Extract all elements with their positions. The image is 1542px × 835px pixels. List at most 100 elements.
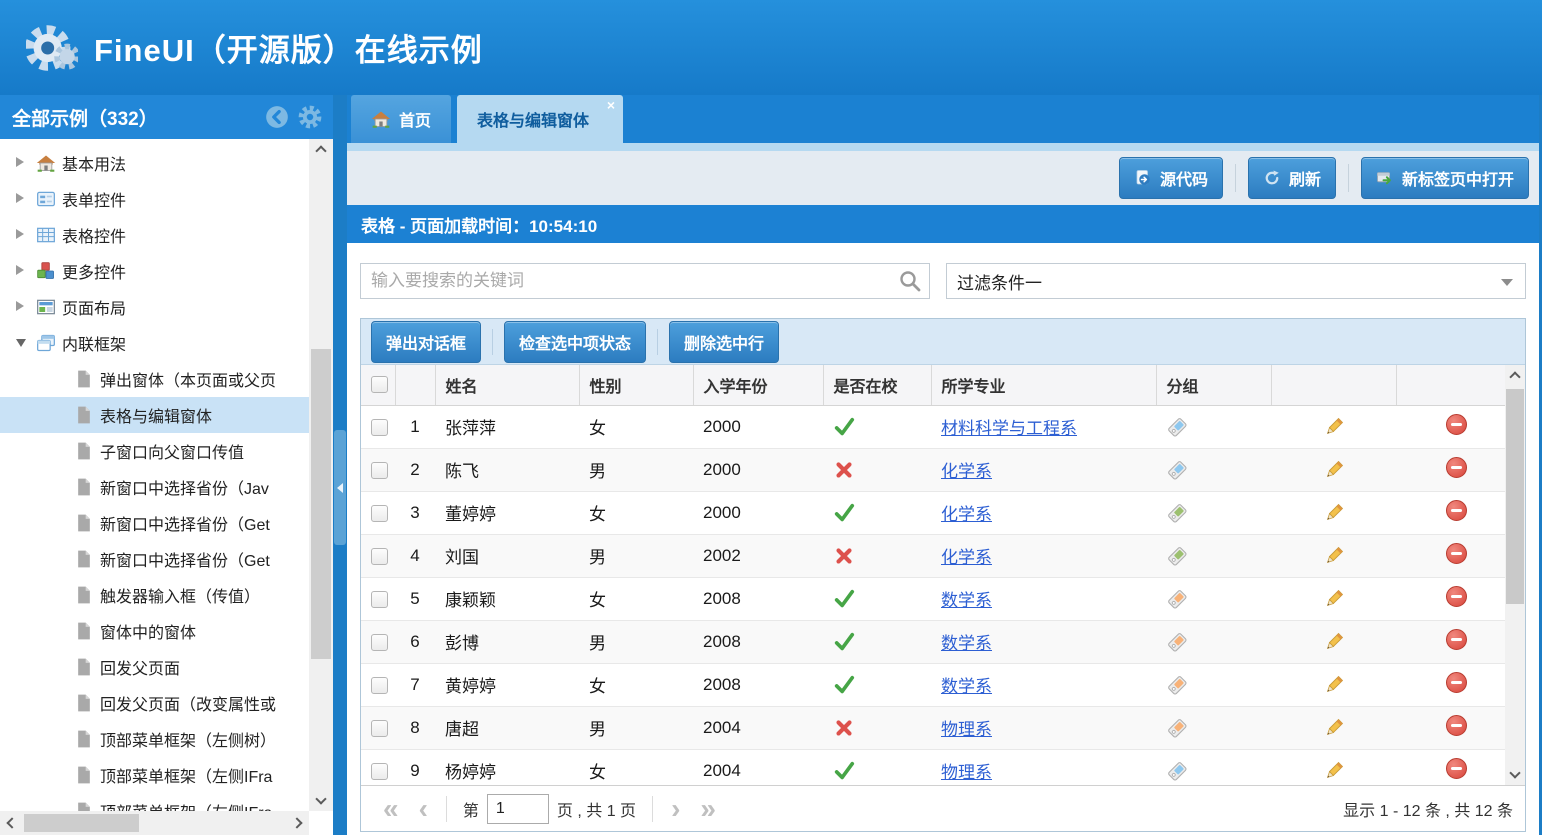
row-checkbox[interactable] [371, 462, 388, 479]
major-link[interactable]: 化学系 [941, 462, 992, 481]
tree-item-select-province-get1[interactable]: 新窗口中选择省份（Get [0, 505, 309, 541]
check-selected-button[interactable]: 检查选中项状态 [504, 321, 646, 363]
delete-row-icon[interactable] [1446, 500, 1467, 521]
column-header-at-school[interactable]: 是否在校 [823, 365, 931, 405]
edit-pencil-icon[interactable] [1323, 717, 1345, 739]
row-checkbox[interactable] [371, 548, 388, 565]
edit-pencil-icon[interactable] [1323, 760, 1345, 782]
major-link[interactable]: 数学系 [941, 634, 992, 653]
delete-row-icon[interactable] [1446, 672, 1467, 693]
delete-row-icon[interactable] [1446, 758, 1467, 779]
search-icon[interactable] [898, 269, 922, 293]
edit-pencil-icon[interactable] [1323, 674, 1345, 696]
row-checkbox[interactable] [371, 634, 388, 651]
tag-icon[interactable] [1166, 502, 1188, 524]
tree-item-trigger-input[interactable]: 触发器输入框（传值） [0, 577, 309, 613]
row-checkbox[interactable] [371, 419, 388, 436]
delete-row-icon[interactable] [1446, 457, 1467, 478]
tag-icon[interactable] [1166, 545, 1188, 567]
tree-item-top-menu-iframe1[interactable]: 顶部菜单框架（左侧IFra [0, 757, 309, 793]
tag-icon[interactable] [1166, 416, 1188, 438]
tree-item-grid-controls[interactable]: 表格控件 [0, 217, 309, 253]
edit-pencil-icon[interactable] [1323, 545, 1345, 567]
tab-grid-edit-window[interactable]: 表格与编辑窗体 × [457, 95, 623, 143]
tree-item-select-province-get2[interactable]: 新窗口中选择省份（Get [0, 541, 309, 577]
tag-icon[interactable] [1166, 631, 1188, 653]
major-link[interactable]: 数学系 [941, 677, 992, 696]
tree-item-child-to-parent[interactable]: 子窗口向父窗口传值 [0, 433, 309, 469]
splitter-collapse-handle[interactable] [334, 430, 346, 545]
filter-dropdown[interactable]: 过滤条件一 [946, 263, 1526, 299]
column-header-gender[interactable]: 性别 [579, 365, 693, 405]
tag-icon[interactable] [1166, 588, 1188, 610]
expander-icon[interactable] [16, 298, 32, 316]
tree-item-more-controls[interactable]: 更多控件 [0, 253, 309, 289]
column-header-major[interactable]: 所学专业 [931, 365, 1156, 405]
major-link[interactable]: 物理系 [941, 763, 992, 782]
source-code-button[interactable]: 源代码 [1119, 157, 1223, 199]
sidebar-vertical-scrollbar[interactable] [309, 139, 333, 811]
tree-item-top-menu-iframe2[interactable]: 顶部菜单框架（左侧IFra [0, 793, 309, 811]
major-link[interactable]: 化学系 [941, 505, 992, 524]
tree-item-popup-window[interactable]: 弹出窗体（本页面或父页 [0, 361, 309, 397]
expander-icon[interactable] [16, 262, 32, 280]
refresh-button[interactable]: 刷新 [1248, 157, 1336, 199]
row-checkbox[interactable] [371, 677, 388, 694]
delete-selected-button[interactable]: 删除选中行 [669, 321, 779, 363]
major-link[interactable]: 化学系 [941, 548, 992, 567]
column-header-group[interactable]: 分组 [1156, 365, 1271, 405]
major-link[interactable]: 数学系 [941, 591, 992, 610]
edit-pencil-icon[interactable] [1323, 502, 1345, 524]
edit-pencil-icon[interactable] [1323, 631, 1345, 653]
prev-page-icon[interactable]: ‹ [419, 795, 428, 823]
tree-item-top-menu-tree[interactable]: 顶部菜单框架（左侧树） [0, 721, 309, 757]
expander-icon[interactable] [16, 226, 32, 244]
edit-pencil-icon[interactable] [1323, 416, 1345, 438]
tree-item-page-layout[interactable]: 页面布局 [0, 289, 309, 325]
collapse-sidebar-icon[interactable] [264, 104, 290, 130]
tree-item-select-province-java[interactable]: 新窗口中选择省份（Jav [0, 469, 309, 505]
tree-item-grid-edit-window[interactable]: 表格与编辑窗体 [0, 397, 309, 433]
row-checkbox[interactable] [371, 591, 388, 608]
tag-icon[interactable] [1166, 674, 1188, 696]
expander-icon[interactable] [16, 190, 32, 208]
row-checkbox[interactable] [371, 720, 388, 737]
open-dialog-button[interactable]: 弹出对话框 [371, 321, 481, 363]
tree-item-postback-parent[interactable]: 回发父页面 [0, 649, 309, 685]
sidebar-splitter[interactable] [333, 95, 347, 835]
delete-row-icon[interactable] [1446, 414, 1467, 435]
delete-row-icon[interactable] [1446, 543, 1467, 564]
tree-item-basic[interactable]: 基本用法 [0, 145, 309, 181]
delete-row-icon[interactable] [1446, 715, 1467, 736]
close-tab-icon[interactable]: × [607, 98, 615, 112]
tree-item-form-controls[interactable]: 表单控件 [0, 181, 309, 217]
gear-icon[interactable] [297, 104, 323, 130]
grid-vertical-scrollbar[interactable] [1505, 365, 1525, 785]
major-link[interactable]: 材料科学与工程系 [941, 419, 1077, 438]
expander-icon[interactable] [16, 334, 32, 352]
expander-icon[interactable] [16, 154, 32, 172]
select-all-checkbox[interactable] [371, 376, 388, 393]
tag-icon[interactable] [1166, 760, 1188, 782]
column-header-year[interactable]: 入学年份 [693, 365, 823, 405]
tag-icon[interactable] [1166, 717, 1188, 739]
delete-row-icon[interactable] [1446, 586, 1467, 607]
tree-item-window-in-window[interactable]: 窗体中的窗体 [0, 613, 309, 649]
page-number-input[interactable] [487, 794, 549, 824]
row-checkbox[interactable] [371, 505, 388, 522]
column-header-name[interactable]: 姓名 [435, 365, 579, 405]
search-input[interactable] [360, 263, 930, 299]
sidebar-horizontal-scrollbar[interactable] [0, 811, 309, 835]
row-checkbox[interactable] [371, 763, 388, 780]
first-page-icon[interactable]: « [383, 795, 399, 823]
last-page-icon[interactable]: » [700, 795, 716, 823]
tag-icon[interactable] [1166, 459, 1188, 481]
next-page-icon[interactable]: › [671, 795, 680, 823]
delete-row-icon[interactable] [1446, 629, 1467, 650]
tab-home[interactable]: 首页 [351, 95, 451, 143]
open-in-new-tab-button[interactable]: 新标签页中打开 [1361, 157, 1529, 199]
edit-pencil-icon[interactable] [1323, 459, 1345, 481]
edit-pencil-icon[interactable] [1323, 588, 1345, 610]
tree-item-postback-parent-attr[interactable]: 回发父页面（改变属性或 [0, 685, 309, 721]
major-link[interactable]: 物理系 [941, 720, 992, 739]
